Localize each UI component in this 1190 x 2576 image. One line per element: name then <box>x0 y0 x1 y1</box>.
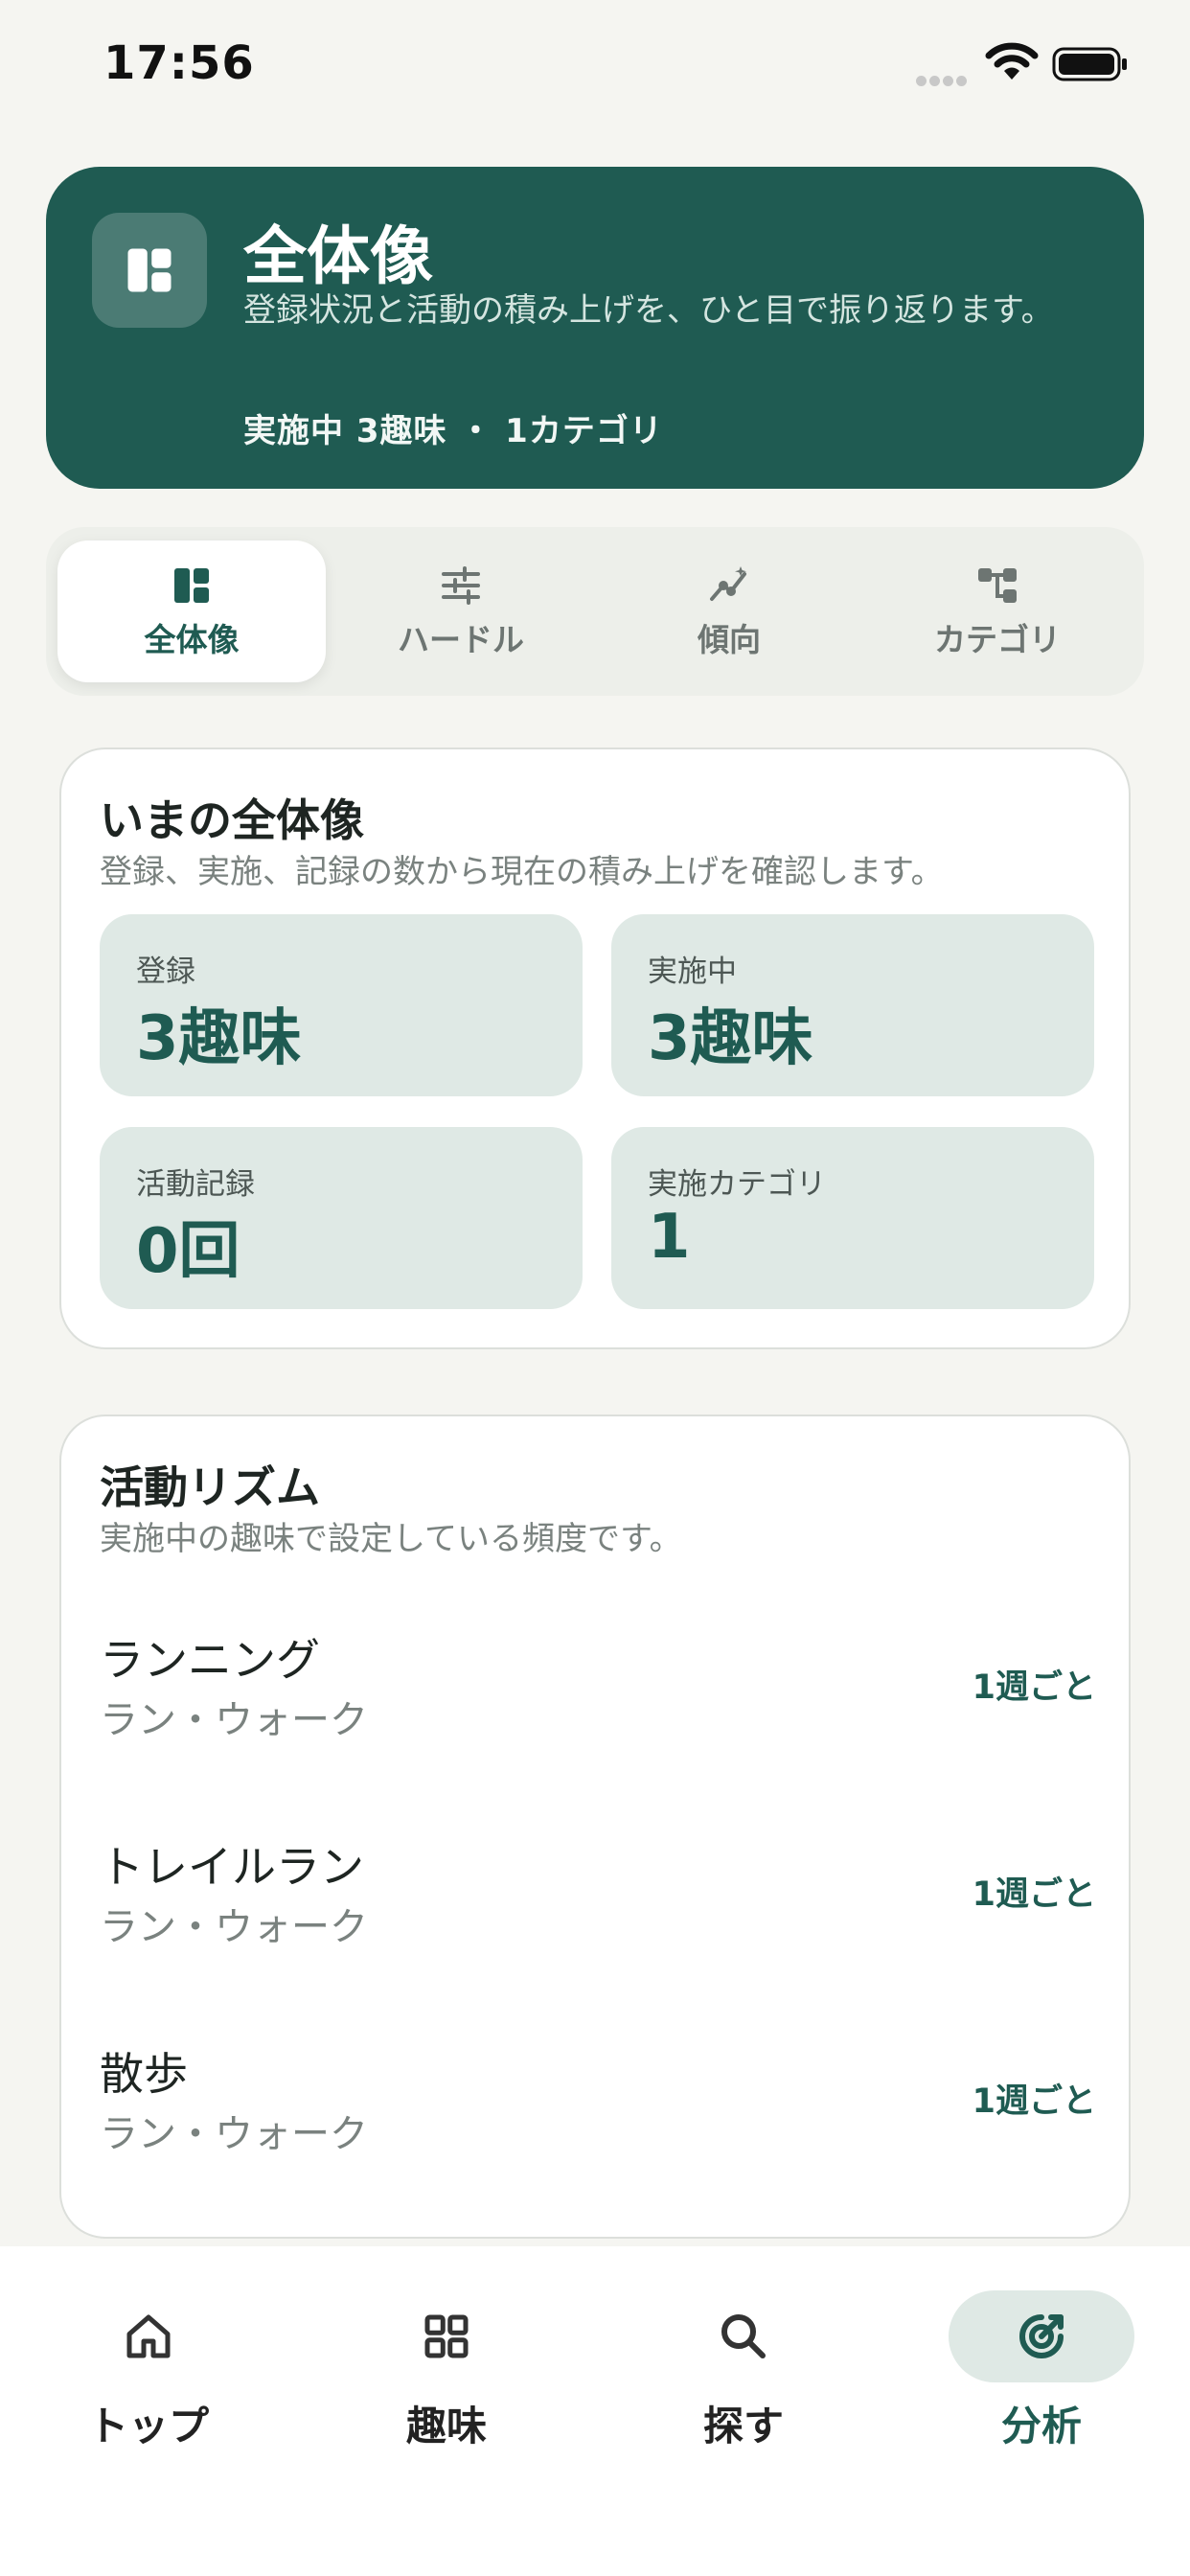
category-tree-icon <box>978 568 1017 603</box>
hero-description: 登録状況と活動の積み上げを、ひと目で振り返ります。 <box>243 291 1054 330</box>
hobby-frequency: 1週ごと <box>972 1668 1096 1707</box>
stat-tile-active: 実施中 3趣味 <box>611 914 1094 1096</box>
hobby-name: トレイルラン <box>100 1841 364 1893</box>
dashboard-icon <box>174 568 209 603</box>
stat-value: 3趣味 <box>136 1003 302 1074</box>
status-time: 17:56 <box>103 36 255 90</box>
hobby-frequency: 1週ごと <box>972 1875 1096 1914</box>
tab-label: トップ <box>87 2403 209 2450</box>
stat-value: 0回 <box>136 1216 240 1287</box>
segment-label: 傾向 <box>698 621 761 658</box>
dashboard-icon <box>127 248 172 292</box>
wifi-icon <box>985 42 1039 80</box>
stat-tile-registered: 登録 3趣味 <box>100 914 583 1096</box>
hero-title: 全体像 <box>243 219 433 293</box>
tab-analysis[interactable]: 分析 <box>946 2290 1137 2450</box>
hobby-category: ラン・ウォーク <box>100 2112 368 2156</box>
stat-label: 活動記録 <box>136 1167 255 1202</box>
tab-search[interactable]: 探す <box>648 2290 839 2450</box>
tab-hobbies[interactable]: 趣味 <box>351 2290 542 2450</box>
segment-category[interactable]: カテゴリ <box>863 540 1132 682</box>
tab-label: 趣味 <box>405 2403 487 2450</box>
rhythm-item[interactable]: ランニング ラン・ウォーク 1週ごと <box>100 1625 1096 1750</box>
hobby-name: ランニング <box>100 1634 320 1686</box>
hobby-category: ラン・ウォーク <box>100 1698 368 1742</box>
card-title: 活動リズム <box>100 1461 320 1513</box>
overview-hero-card: 全体像 登録状況と活動の積み上げを、ひと目で振り返ります。 実施中 3趣味 ・ … <box>46 167 1144 489</box>
tab-label: 探す <box>702 2403 784 2450</box>
battery-icon <box>1052 47 1127 81</box>
card-subtitle: 登録、実施、記録の数から現在の積み上げを確認します。 <box>100 853 944 891</box>
rhythm-item[interactable]: 散歩 ラン・ウォーク 1週ごと <box>100 2039 1096 2164</box>
hobby-name: 散歩 <box>100 2048 188 2100</box>
tab-top[interactable]: トップ <box>53 2290 244 2450</box>
stat-tile-records: 活動記録 0回 <box>100 1127 583 1309</box>
overview-card: いまの全体像 登録、実施、記録の数から現在の積み上げを確認します。 登録 3趣味… <box>59 748 1131 1349</box>
grid-icon <box>424 2314 469 2358</box>
stat-label: 実施中 <box>648 954 737 989</box>
segment-label: 全体像 <box>144 621 240 658</box>
segment-label: ハードル <box>398 621 524 658</box>
card-title: いまの全体像 <box>100 794 364 846</box>
cellular-signal-icon <box>916 72 970 86</box>
bottom-tab-bar: トップ 趣味 探す 分析 <box>0 2246 1190 2576</box>
hero-icon-container <box>92 213 207 328</box>
segment-trend[interactable]: 傾向 <box>595 540 863 682</box>
tab-label: 分析 <box>1000 2403 1082 2450</box>
hobby-category: ラン・ウォーク <box>100 1905 368 1949</box>
stat-tile-categories: 実施カテゴリ 1 <box>611 1127 1094 1309</box>
stat-value: 3趣味 <box>648 1003 813 1074</box>
segment-overview[interactable]: 全体像 <box>57 540 326 682</box>
status-bar: 17:56 <box>0 0 1190 134</box>
stat-label: 実施カテゴリ <box>648 1167 826 1202</box>
segment-hurdle[interactable]: ハードル <box>327 540 595 682</box>
hero-stats: 実施中 3趣味 ・ 1カテゴリ <box>243 412 663 450</box>
analysis-target-icon <box>1019 2314 1064 2358</box>
search-icon <box>721 2314 766 2358</box>
hobby-frequency: 1週ごと <box>972 2082 1096 2121</box>
segment-label: カテゴリ <box>934 621 1061 658</box>
sliders-icon <box>442 566 480 605</box>
stat-value: 1 <box>648 1202 691 1273</box>
stat-label: 登録 <box>136 954 195 989</box>
rhythm-item[interactable]: トレイルラン ラン・ウォーク 1週ごと <box>100 1832 1096 1957</box>
activity-rhythm-card: 活動リズム 実施中の趣味で設定している頻度です。 ランニング ラン・ウォーク 1… <box>59 1414 1131 2239</box>
home-icon <box>126 2314 171 2358</box>
trend-icon <box>710 566 746 601</box>
card-subtitle: 実施中の趣味で設定している頻度です。 <box>100 1520 682 1558</box>
analysis-segmented-control: 全体像 ハードル 傾向 カテゴリ <box>46 527 1144 696</box>
